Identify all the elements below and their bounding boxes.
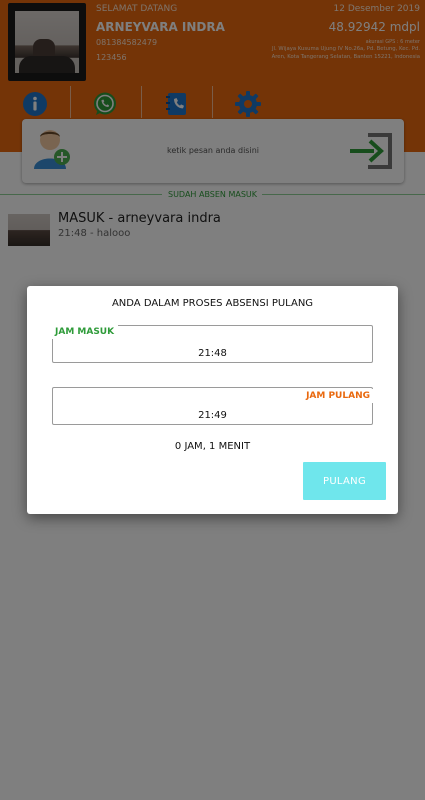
jam-pulang-field: JAM PULANG 21:49 [52,387,373,425]
work-duration: 0 JAM, 1 MENIT [174,441,251,452]
dialog-title: ANDA DALAM PROSES ABSENSI PULANG [111,298,314,309]
jam-masuk-field: JAM MASUK 21:48 [52,325,373,363]
absensi-pulang-dialog: ANDA DALAM PROSES ABSENSI PULANG JAM MAS… [27,286,398,514]
jam-masuk-value: 21:48 [198,348,227,359]
jam-pulang-value: 21:49 [198,410,227,421]
pulang-button[interactable]: PULANG [303,462,386,500]
jam-pulang-label: JAM PULANG [303,389,373,403]
jam-masuk-label: JAM MASUK [52,325,119,339]
